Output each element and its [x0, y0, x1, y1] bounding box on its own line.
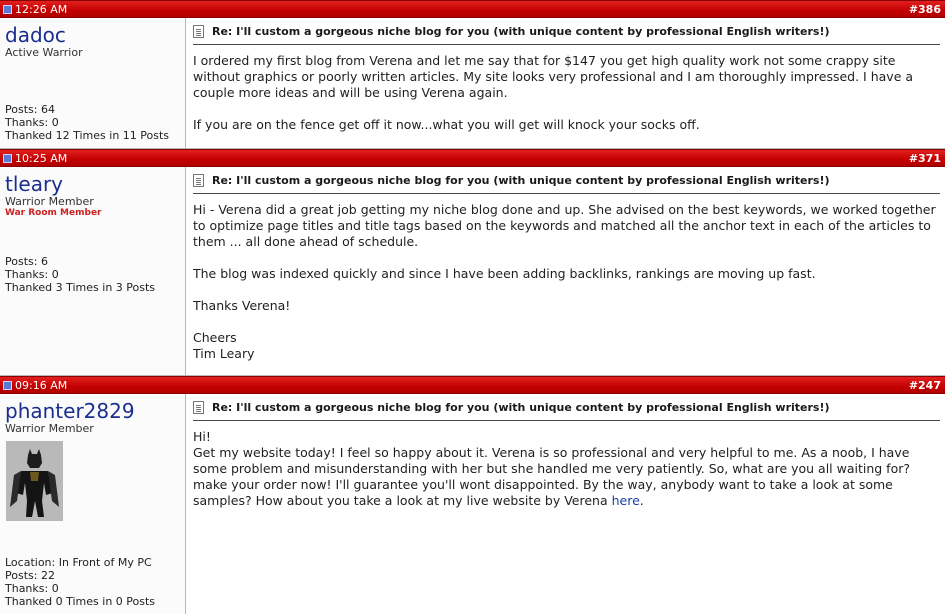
- post-time: 09:16 AM: [15, 379, 68, 392]
- post-row: dadoc Active Warrior Posts: 64 Thanks: 0…: [0, 18, 945, 149]
- post-subject-text: Re: I'll custom a gorgeous niche blog fo…: [212, 401, 830, 414]
- document-icon: [193, 25, 204, 38]
- user-stats: Posts: 64 Thanks: 0 Thanked 12 Times in …: [5, 103, 169, 142]
- post-icon: [3, 5, 12, 14]
- user-stats: Posts: 6 Thanks: 0 Thanked 3 Times in 3 …: [5, 255, 155, 294]
- message-signature: Tim Leary: [193, 346, 255, 361]
- post-386: 12:26 AM #386 dadoc Active Warrior Posts…: [0, 0, 945, 149]
- user-stat-posts: Posts: 22: [5, 569, 55, 582]
- message-body-text: Get my website today! I feel so happy ab…: [193, 445, 911, 508]
- war-room-badge: War Room Member: [5, 208, 102, 218]
- post-message: Hi! Get my website today! I feel so happ…: [193, 429, 940, 509]
- post-subject-text: Re: I'll custom a gorgeous niche blog fo…: [212, 25, 830, 38]
- username-link[interactable]: tleary: [5, 173, 180, 195]
- post-time: 10:25 AM: [15, 152, 68, 165]
- post-subject: Re: I'll custom a gorgeous niche blog fo…: [193, 25, 940, 45]
- message-paragraph: I ordered my first blog from Verena and …: [193, 53, 914, 100]
- user-stat-thanks: Thanks: 0: [5, 116, 59, 129]
- message-line: Cheers: [193, 330, 237, 345]
- message-greeting: Hi!: [193, 429, 211, 444]
- post-371: 10:25 AM #371 tleary Warrior Member War …: [0, 149, 945, 376]
- post-subject: Re: I'll custom a gorgeous niche blog fo…: [193, 174, 940, 194]
- post-subject-text: Re: I'll custom a gorgeous niche blog fo…: [212, 174, 830, 187]
- post-message: Hi - Verena did a great job getting my n…: [193, 202, 940, 362]
- message-paragraph: Thanks Verena!: [193, 298, 291, 313]
- message-paragraph: If you are on the fence get off it now..…: [193, 117, 700, 132]
- post-subject: Re: I'll custom a gorgeous niche blog fo…: [193, 401, 940, 421]
- user-stat-thanked: Thanked 0 Times in 0 Posts: [5, 595, 156, 608]
- post-header-bar: 09:16 AM #247: [0, 376, 945, 394]
- post-row: tleary Warrior Member War Room Member Po…: [0, 167, 945, 376]
- user-stat-thanks: Thanks: 0: [5, 268, 59, 281]
- avatar[interactable]: [6, 441, 63, 521]
- user-info: dadoc Active Warrior Posts: 64 Thanks: 0…: [0, 18, 186, 148]
- user-stat-posts: Posts: 6: [5, 255, 48, 268]
- post-icon: [3, 381, 12, 390]
- document-icon: [193, 401, 204, 414]
- post-header-bar: 10:25 AM #371: [0, 149, 945, 167]
- post-icon: [3, 154, 12, 163]
- user-info: phanter2829 Warrior Member Location: In …: [0, 394, 186, 614]
- message-paragraph: Hi - Verena did a great job getting my n…: [193, 202, 936, 249]
- post-content: Re: I'll custom a gorgeous niche blog fo…: [186, 18, 945, 148]
- post-header-bar: 12:26 AM #386: [0, 0, 945, 18]
- user-stat-thanked: Thanked 12 Times in 11 Posts: [5, 129, 170, 142]
- user-stat-thanks: Thanks: 0: [5, 582, 59, 595]
- user-info: tleary Warrior Member War Room Member Po…: [0, 167, 186, 375]
- post-time: 12:26 AM: [15, 3, 68, 16]
- post-content: Re: I'll custom a gorgeous niche blog fo…: [186, 394, 945, 614]
- message-paragraph: The blog was indexed quickly and since I…: [193, 266, 816, 281]
- here-link[interactable]: here: [612, 493, 640, 508]
- message-trailing: .: [639, 493, 644, 508]
- username-link[interactable]: dadoc: [5, 24, 180, 46]
- avatar-image: [6, 441, 63, 521]
- message-body: Get my website today! I feel so happy ab…: [193, 445, 940, 509]
- post-content: Re: I'll custom a gorgeous niche blog fo…: [186, 167, 945, 375]
- user-title: Warrior Member: [5, 422, 94, 435]
- post-number-link[interactable]: #371: [909, 150, 941, 168]
- user-stat-posts: Posts: 64: [5, 103, 55, 116]
- user-stat-thanked: Thanked 3 Times in 3 Posts: [5, 281, 156, 294]
- post-number-link[interactable]: #247: [909, 377, 941, 395]
- user-stat-location: Location: In Front of My PC: [5, 556, 152, 569]
- post-row: phanter2829 Warrior Member Location: In …: [0, 394, 945, 614]
- post-number-link[interactable]: #386: [909, 1, 941, 19]
- username-link[interactable]: phanter2829: [5, 400, 180, 422]
- user-stats: Location: In Front of My PC Posts: 22 Th…: [5, 556, 155, 608]
- user-title: Active Warrior: [5, 46, 83, 59]
- post-message: I ordered my first blog from Verena and …: [193, 53, 940, 133]
- document-icon: [193, 174, 204, 187]
- post-247: 09:16 AM #247 phanter2829 Warrior Member…: [0, 376, 945, 614]
- user-title: Warrior Member: [5, 195, 94, 208]
